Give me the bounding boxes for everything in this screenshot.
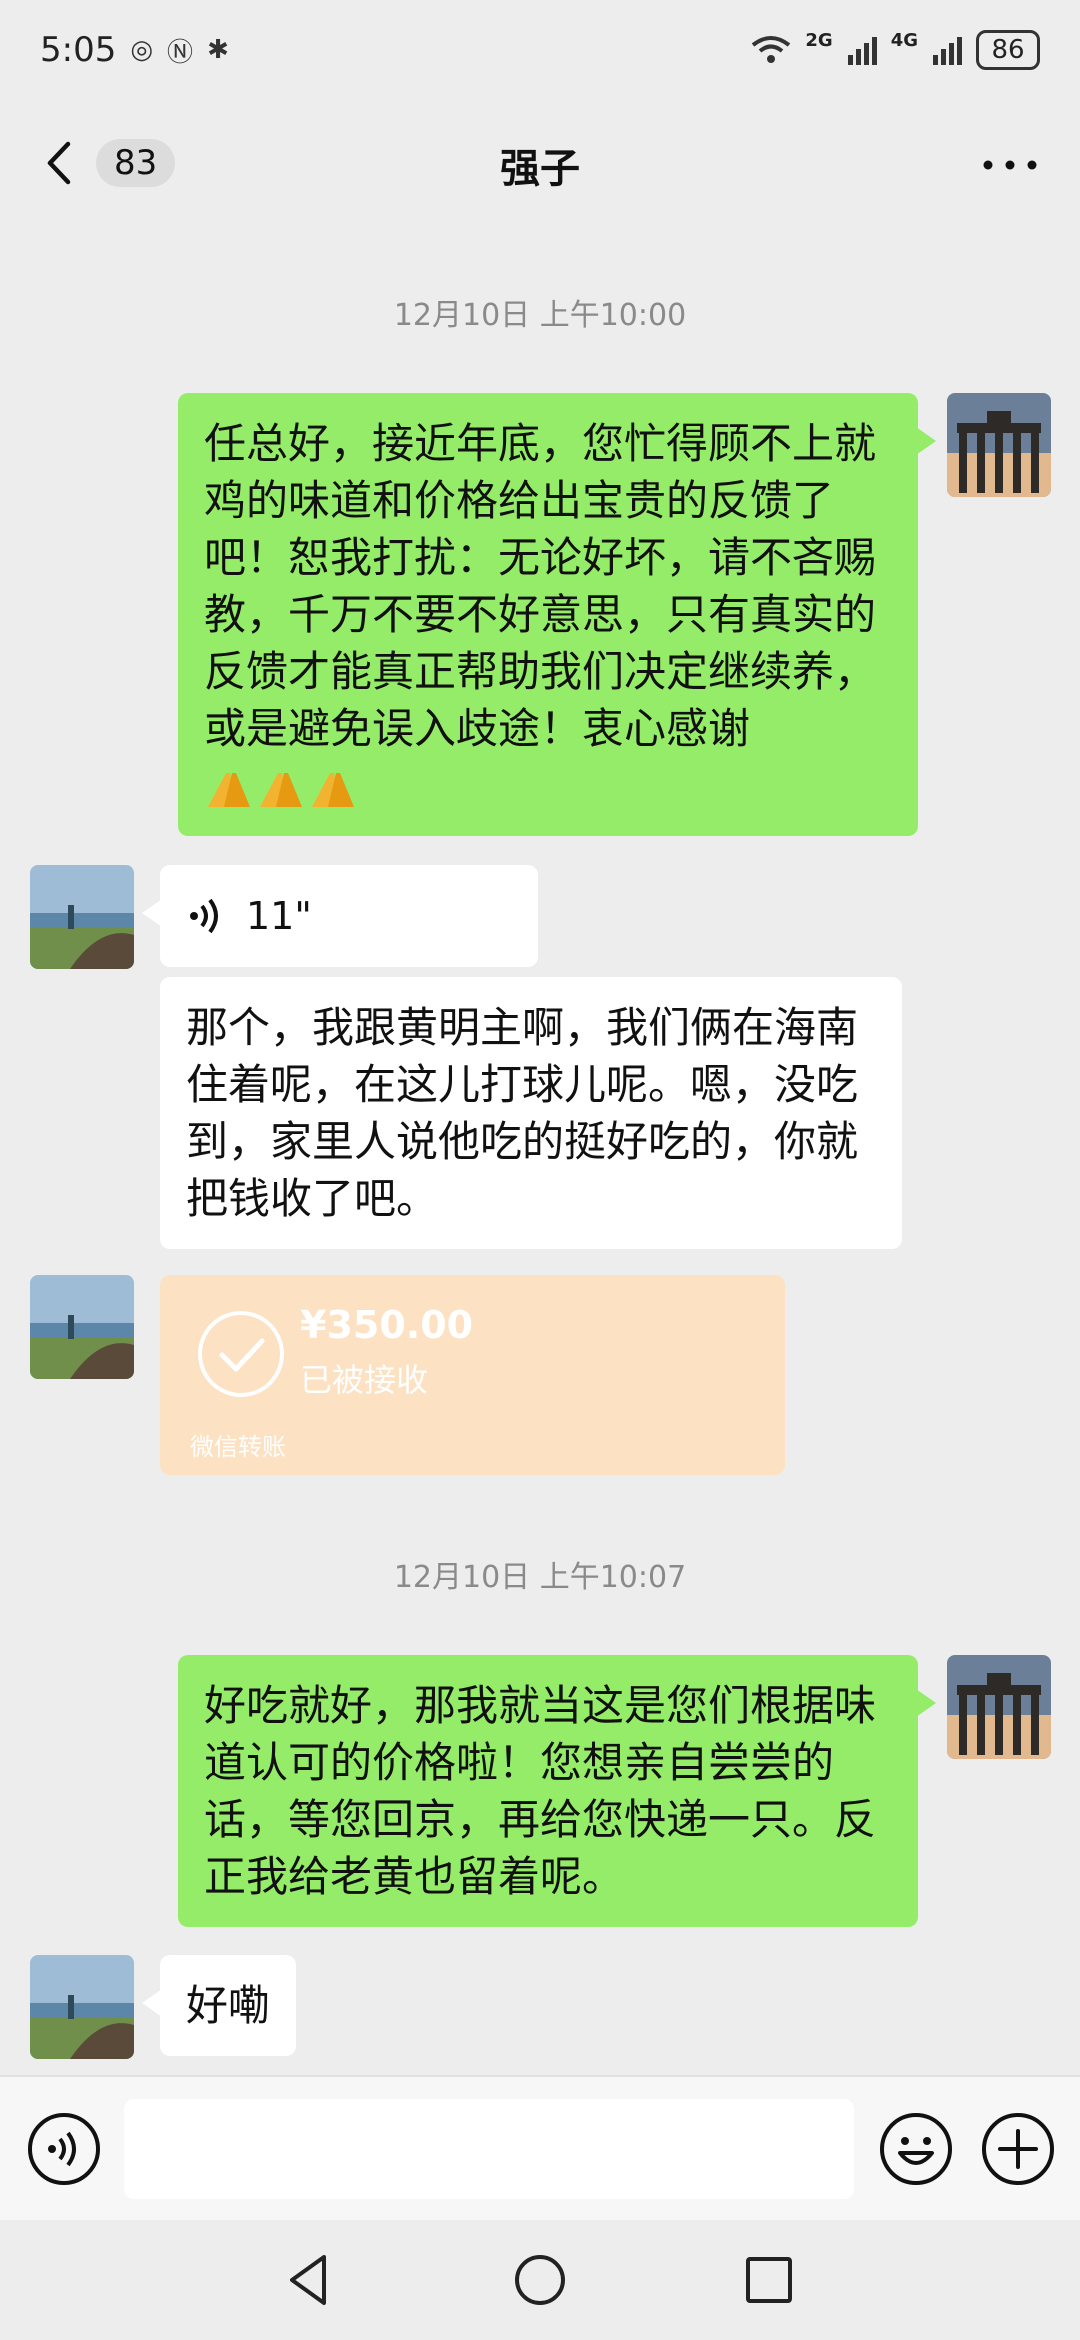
title-bar: 强子 83 — [0, 100, 1080, 230]
voice-message-bubble[interactable]: 11" — [142, 865, 538, 967]
transfer-amount: ¥350.00 — [300, 1303, 474, 1347]
avatar-image — [30, 865, 134, 969]
contact-avatar[interactable] — [30, 1955, 134, 2059]
emoji-icon — [880, 2113, 952, 2185]
message-timestamp: 12月10日 上午10:00 — [393, 298, 687, 333]
unread-count-badge: 83 — [96, 139, 176, 187]
circle-home-icon — [515, 2255, 565, 2305]
transfer-status: 已被接收 — [300, 1361, 429, 1399]
avatar-image — [30, 1955, 134, 2059]
more-dots-icon[interactable] — [980, 150, 1040, 180]
notification-icon: ◎ — [130, 35, 154, 65]
avatar-image — [947, 1655, 1051, 1759]
plus-icon — [982, 2113, 1054, 2185]
check-circle-icon — [198, 1311, 284, 1397]
nav-home-button[interactable] — [505, 2245, 575, 2315]
back-button[interactable]: 83 — [36, 138, 176, 188]
avatar-image — [947, 393, 1051, 497]
message-text: 好吃就好，那我就当这是您们根据味道认可的价格啦！您想亲自尝尝的话，等您回京，再给… — [204, 1681, 877, 1901]
nfc-icon: Ⓝ — [167, 37, 194, 68]
network-label-2: 4G — [890, 29, 918, 51]
nav-recents-button[interactable] — [734, 2245, 804, 2315]
voice-mode-button[interactable] — [26, 2111, 102, 2187]
transfer-card[interactable]: ¥350.00 已被接收 微信转账 — [160, 1275, 785, 1475]
square-recents-icon — [746, 2257, 792, 2303]
folded-hands-icon — [260, 772, 302, 807]
folded-hands-emoji-group — [204, 767, 358, 811]
voice-wave-icon — [190, 898, 218, 934]
transfer-label: 微信转账 — [190, 1433, 286, 1461]
chat-message-list[interactable]: 12月10日 上午10:00 任总好，接近年底，您忙得顾不上就鸡的味道和价格给出… — [0, 230, 1080, 2075]
sent-message-bubble[interactable]: 任总好，接近年底，您忙得顾不上就鸡的味道和价格给出宝贵的反馈了吧！恕我打扰：无论… — [178, 393, 936, 836]
my-avatar[interactable] — [947, 1655, 1051, 1759]
chevron-left-icon — [47, 141, 71, 185]
triangle-back-icon — [290, 2255, 326, 2305]
received-message-bubble[interactable]: 好嘞 — [141, 1955, 297, 2056]
input-bar — [0, 2075, 1080, 2220]
voice-icon — [28, 2113, 100, 2185]
status-bar: 5:05 ◎ Ⓝ ✱ 2G 4G 86 — [0, 0, 1080, 100]
folded-hands-icon — [208, 772, 250, 807]
my-avatar[interactable] — [947, 393, 1051, 497]
status-right: 2G 4G 86 — [751, 30, 1040, 70]
folded-hands-icon — [312, 772, 354, 807]
bluetooth-icon: ✱ — [207, 35, 229, 65]
contact-avatar[interactable] — [30, 865, 134, 969]
battery-indicator: 86 — [976, 30, 1040, 70]
sent-message-bubble[interactable]: 好吃就好，那我就当这是您们根据味道认可的价格啦！您想亲自尝尝的话，等您回京，再给… — [178, 1655, 936, 1927]
network-label-1: 2G — [805, 29, 833, 51]
voice-duration: 11" — [246, 893, 312, 938]
system-nav-bar — [0, 2220, 1080, 2340]
message-timestamp: 12月10日 上午10:07 — [393, 1560, 687, 1595]
nav-back-button[interactable] — [274, 2245, 344, 2315]
more-functions-button[interactable] — [980, 2111, 1056, 2187]
contact-avatar[interactable] — [30, 1275, 134, 1379]
wifi-icon — [752, 36, 791, 63]
message-text: 好嘞 — [186, 1981, 271, 2030]
avatar-image — [30, 1275, 134, 1379]
message-input[interactable] — [124, 2099, 854, 2199]
status-left: 5:05 ◎ Ⓝ ✱ — [40, 30, 229, 70]
signal-icon — [847, 37, 877, 65]
signal-icon — [933, 37, 962, 65]
voice-transcript-bubble[interactable]: 那个，我跟黄明主啊，我们俩在海南住着呢，在这儿打球儿呢。嗯，没吃到，家里人说他吃… — [160, 977, 902, 1249]
emoji-button[interactable] — [878, 2111, 954, 2187]
message-text: 任总好，接近年底，您忙得顾不上就鸡的味道和价格给出宝贵的反馈了吧！恕我打扰：无论… — [204, 419, 877, 753]
voice-message: 11" — [186, 865, 512, 967]
status-time: 5:05 — [40, 30, 117, 70]
transcript-text: 那个，我跟黄明主啊，我们俩在海南住着呢，在这儿打球儿呢。嗯，没吃到，家里人说他吃… — [186, 1003, 859, 1223]
